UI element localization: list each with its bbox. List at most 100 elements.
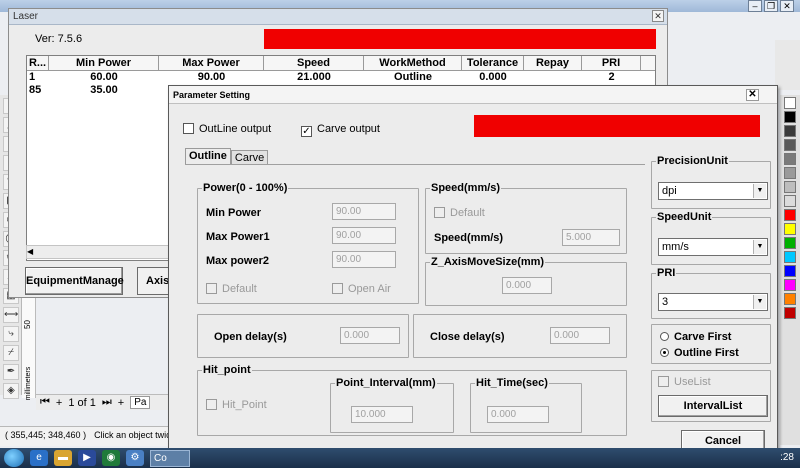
open-delay-label: Open delay(s) (214, 331, 287, 343)
column-header[interactable]: PRI (582, 56, 641, 70)
chevron-down-icon[interactable]: ▼ (753, 240, 766, 254)
pri-select[interactable]: 3 ▼ (658, 293, 768, 311)
checkbox-box[interactable] (206, 283, 217, 294)
close-icon[interactable]: ✕ (652, 10, 664, 22)
connector-tool-icon[interactable]: ⤷ (3, 326, 19, 342)
color-swatch[interactable] (784, 265, 796, 277)
radio-button[interactable] (660, 332, 669, 341)
ie-icon[interactable]: e (30, 450, 48, 466)
close-delay-input[interactable]: 0.000 (550, 327, 610, 344)
radio-button[interactable] (660, 348, 669, 357)
table-row[interactable]: 1 60.00 90.00 21.000 Outline 0.000 2 (27, 71, 655, 84)
column-header[interactable]: Tolerance (462, 56, 524, 70)
min-power-input[interactable]: 90.00 (332, 203, 396, 220)
table-cell (524, 71, 582, 84)
add-page-end-icon[interactable]: + (118, 397, 124, 409)
fill-bucket-icon[interactable]: ◈ (3, 383, 19, 399)
column-header[interactable]: WorkMethod (364, 56, 462, 70)
app-icon[interactable]: ⚙ (126, 450, 144, 466)
column-header[interactable]: Repay (524, 56, 582, 70)
color-swatch[interactable] (784, 307, 796, 319)
max-power1-input[interactable]: 90.00 (332, 227, 396, 244)
checkbox-box[interactable] (206, 399, 217, 410)
outline-pen-icon[interactable]: ✒ (3, 364, 19, 380)
column-header[interactable]: R... (27, 56, 49, 70)
carve-output-checkbox[interactable]: ✓ Carve output (301, 123, 380, 137)
color-swatch[interactable] (784, 209, 796, 221)
z-axis-group-title: Z_AxisMoveSize(mm) (430, 256, 546, 268)
color-swatch[interactable] (784, 279, 796, 291)
first-page-icon[interactable]: ⏮ (40, 396, 50, 409)
color-swatch[interactable] (784, 97, 796, 109)
checkbox-box[interactable] (183, 123, 194, 134)
chevron-down-icon[interactable]: ▼ (753, 184, 766, 198)
color-swatch[interactable] (784, 125, 796, 137)
color-swatch[interactable] (784, 139, 796, 151)
chrome-icon[interactable]: ◉ (102, 450, 120, 466)
color-swatch[interactable] (784, 153, 796, 165)
outline-first-radio[interactable]: Outline First (660, 347, 739, 359)
equipment-manage-button[interactable]: EquipmentManage (25, 267, 124, 295)
table-cell: 1 (29, 71, 36, 83)
dimension-tool-icon[interactable]: ⟷ (3, 307, 19, 323)
table-cell: 2 (608, 71, 615, 83)
close-icon[interactable]: ✕ (780, 0, 794, 12)
carve-output-label: Carve output (317, 123, 380, 135)
color-swatch[interactable] (784, 237, 796, 249)
open-delay-panel: Open delay(s) 0.000 (197, 314, 409, 358)
horizontal-scrollbar[interactable]: ◀ (26, 245, 186, 259)
color-swatch[interactable] (784, 167, 796, 179)
speed-input[interactable]: 5.000 (562, 229, 620, 246)
table-cell: 35.00 (90, 84, 118, 96)
color-swatch[interactable] (784, 251, 796, 263)
close-icon[interactable]: ✕ (746, 89, 759, 101)
precision-unit-title: PrecisionUnit (656, 155, 729, 167)
hit-time-input[interactable]: 0.000 (487, 406, 549, 423)
carve-first-radio[interactable]: Carve First (660, 331, 731, 343)
column-header[interactable]: Max Power (159, 56, 264, 70)
chevron-down-icon[interactable]: ▼ (753, 295, 766, 309)
color-swatch[interactable] (784, 195, 796, 207)
speed-default-checkbox[interactable]: Default (434, 207, 485, 219)
column-header[interactable]: Min Power (49, 56, 159, 70)
eyedropper-icon[interactable]: ⌿ (3, 345, 19, 361)
checkbox-box[interactable] (658, 376, 669, 387)
page-tab[interactable]: Pa (130, 396, 151, 409)
speed-unit-select[interactable]: mm/s ▼ (658, 238, 768, 256)
minimize-icon[interactable]: – (748, 0, 762, 12)
add-page-icon[interactable]: + (56, 397, 62, 409)
close-delay-label: Close delay(s) (430, 331, 505, 343)
check-icon[interactable]: ✓ (301, 126, 312, 137)
start-button-icon[interactable] (4, 449, 24, 467)
table-cell: Outline (394, 71, 432, 83)
tab-carve[interactable]: Carve (230, 150, 269, 165)
column-header[interactable]: Speed (264, 56, 364, 70)
media-player-icon[interactable]: ▶ (78, 450, 96, 466)
checkbox-box[interactable] (332, 283, 343, 294)
point-interval-input[interactable]: 10.000 (351, 406, 413, 423)
use-list-checkbox[interactable]: UseList (658, 376, 711, 388)
version-label: Ver: 7.5.6 (35, 33, 83, 45)
color-swatch[interactable] (784, 111, 796, 123)
hit-point-checkbox[interactable]: Hit_Point (206, 399, 267, 411)
point-interval-title: Point_Interval(mm) (335, 377, 437, 389)
checkbox-box[interactable] (434, 207, 445, 218)
taskbar-app-button[interactable]: Co (150, 449, 190, 467)
color-swatch[interactable] (784, 181, 796, 193)
precision-unit-select[interactable]: dpi ▼ (658, 182, 768, 200)
open-delay-input[interactable]: 0.000 (340, 327, 400, 344)
z-axis-input[interactable]: 0.000 (502, 277, 552, 294)
restore-icon[interactable]: ❐ (764, 0, 778, 12)
power-default-label: Default (222, 283, 257, 295)
power-default-checkbox[interactable]: Default (206, 283, 257, 295)
outline-output-checkbox[interactable]: OutLine output (183, 123, 271, 135)
max-power2-input[interactable]: 90.00 (332, 251, 396, 268)
color-swatch[interactable] (784, 223, 796, 235)
color-swatch[interactable] (784, 293, 796, 305)
interval-list-button[interactable]: IntervalList (658, 395, 768, 417)
pri-value: 3 (662, 296, 669, 308)
tab-outline[interactable]: Outline (185, 148, 231, 165)
folder-icon[interactable]: ▬ (54, 450, 72, 466)
last-page-icon[interactable]: ⏭ (102, 396, 112, 409)
open-air-checkbox[interactable]: Open Air (332, 283, 391, 295)
